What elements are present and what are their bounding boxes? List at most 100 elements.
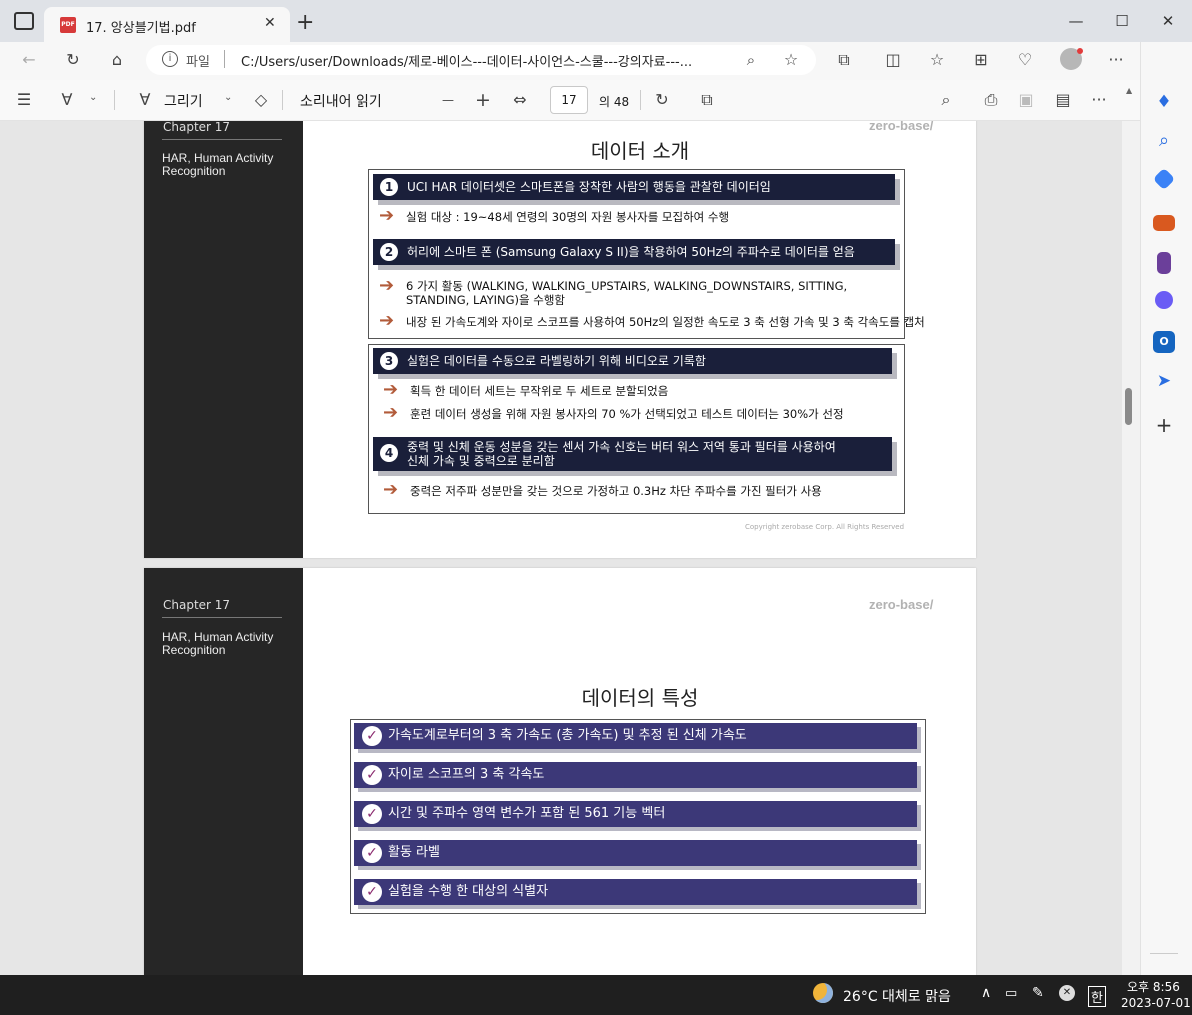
copyright-footer: Copyright zerobase Corp. All Rights Rese…	[745, 523, 905, 531]
back-icon[interactable]: ←	[14, 45, 44, 75]
pdf-viewer[interactable]: Chapter 17 HAR, Human Activity Recogniti…	[0, 121, 1122, 975]
read-aloud-button[interactable]: 소리내어 읽기	[300, 91, 382, 111]
info-bar-text: UCI HAR 데이터셋은 스마트폰을 장착한 사람의 행동을 관찰한 데이터임	[407, 180, 771, 194]
window-maximize-button[interactable]: ☐	[1099, 1, 1145, 41]
eraser-icon[interactable]: ◇	[246, 85, 276, 115]
info-icon[interactable]: i	[162, 51, 178, 67]
zoom-in-button[interactable]: +	[468, 85, 498, 115]
tray-chevron-icon[interactable]: ∧	[981, 985, 991, 1001]
arrow-icon: ➔	[383, 402, 399, 423]
search-icon[interactable]: ⌕	[931, 85, 961, 115]
page-number-input[interactable]: 17	[550, 86, 588, 114]
collections-icon[interactable]: ⊞	[966, 45, 996, 75]
mute-icon[interactable]: ✕	[1059, 985, 1075, 1001]
info-bar-4: 4 중력 및 신체 운동 성분을 갖는 센서 가속 신호는 버터 워스 저역 통…	[373, 437, 892, 471]
pen-icon[interactable]: ✎	[1032, 985, 1044, 1001]
info-panel-1: 1 UCI HAR 데이터셋은 스마트폰을 장착한 사람의 행동을 관찰한 데이…	[368, 169, 925, 339]
contents-icon[interactable]: ☰	[9, 85, 39, 115]
rotate-icon[interactable]: ↻	[647, 85, 677, 115]
scroll-up-icon[interactable]: ▲	[1126, 86, 1132, 95]
clock-date[interactable]: 2023-07-01	[1121, 996, 1191, 1010]
toolbar-divider	[640, 90, 641, 110]
scroll-thumb[interactable]	[1125, 388, 1132, 425]
zoom-icon[interactable]: ⌕	[736, 45, 766, 75]
tab-close-icon[interactable]: ✕	[264, 15, 276, 31]
feature-text: 자이로 스코프의 3 축 각속도	[388, 767, 545, 782]
arrow-icon: ➔	[383, 379, 399, 400]
window-close-button[interactable]: ✕	[1145, 1, 1191, 41]
refresh-icon[interactable]: ↻	[58, 45, 88, 75]
extensions-icon[interactable]: ⧉	[829, 45, 859, 75]
clock-time[interactable]: 오후 8:56	[1127, 978, 1180, 995]
toolbar-divider	[282, 90, 283, 110]
draw-label[interactable]: 그리기	[164, 91, 203, 111]
games-icon[interactable]	[1157, 252, 1171, 274]
pdf-file-icon: PDF	[60, 17, 76, 33]
number-badge: 1	[380, 178, 398, 196]
pdf-more-icon[interactable]: ···	[1084, 85, 1114, 115]
home-icon[interactable]: ⌂	[102, 45, 132, 75]
window-minimize-button[interactable]: —	[1053, 1, 1099, 41]
network-icon[interactable]: ▭	[1005, 986, 1017, 1001]
save-as-icon[interactable]: ▤	[1048, 85, 1078, 115]
sub-item: 실험 대상 : 19~48세 연령의 30명의 자원 봉사자를 모집하여 수행	[406, 210, 730, 224]
save-icon[interactable]: ▣	[1011, 85, 1041, 115]
weather-icon[interactable]	[813, 983, 833, 1003]
page-total: 의 48	[599, 95, 630, 109]
sub-item: 6 가지 활동 (WALKING, WALKING_UPSTAIRS, WALK…	[406, 279, 848, 293]
ime-indicator[interactable]: 한	[1088, 986, 1106, 1007]
highlight-icon[interactable]: ∀	[52, 85, 82, 115]
scrollbar[interactable]	[1122, 121, 1140, 975]
zoom-out-button[interactable]: —	[433, 85, 463, 115]
draw-dropdown-icon[interactable]: ⌄	[224, 92, 232, 103]
info-bar-3: 3 실험은 데이터를 수동으로 라벨링하기 위해 비디오로 기록함	[373, 348, 892, 374]
split-screen-icon[interactable]: ◫	[878, 45, 908, 75]
slide-title: 데이터의 특성	[581, 686, 699, 710]
send-icon[interactable]: ➤	[1153, 371, 1175, 393]
page-view-icon[interactable]: ⧉	[692, 85, 722, 115]
tab-actions-icon[interactable]	[14, 12, 34, 30]
arrow-icon: ➔	[379, 275, 395, 296]
print-icon[interactable]: ⎙	[976, 85, 1006, 115]
health-icon[interactable]: ♡	[1010, 45, 1040, 75]
more-menu-icon[interactable]: ···	[1101, 45, 1131, 75]
favorite-star-icon[interactable]: ☆	[776, 45, 806, 75]
microsoft365-icon[interactable]	[1155, 291, 1173, 309]
chapter-label: Chapter 17	[163, 598, 231, 612]
weather-text[interactable]: 26°C 대체로 맑음	[843, 986, 951, 1006]
tab-title: 17. 앙상블기법.pdf	[86, 21, 196, 36]
fit-width-icon[interactable]: ⇔	[505, 85, 535, 115]
info-bar-text: 실험은 데이터를 수동으로 라벨링하기 위해 비디오로 기록함	[407, 354, 706, 368]
check-icon: ✓	[362, 843, 382, 863]
slide-title: 데이터 소개	[590, 139, 690, 163]
favorites-icon[interactable]: ☆	[922, 45, 952, 75]
feature-item: ✓ 실험을 수행 한 대상의 식별자	[354, 879, 917, 905]
info-bar-text: 신체 가속 및 중력으로 분리함	[407, 454, 555, 468]
sub-item: 획득 한 데이터 세트는 무작위로 두 세트로 분할되었음	[410, 384, 669, 398]
feature-text: 활동 라벨	[388, 845, 440, 860]
slide-sidebar	[144, 121, 303, 558]
highlight-dropdown-icon[interactable]: ⌄	[89, 92, 97, 103]
draw-icon[interactable]: ∀	[130, 85, 160, 115]
number-badge: 4	[380, 444, 398, 462]
tools-icon[interactable]	[1153, 215, 1175, 231]
search-sidebar-icon[interactable]: ⌕	[1153, 130, 1175, 152]
chapter-divider	[162, 617, 282, 618]
brand-logo: zero-base/	[869, 121, 934, 133]
profile-badge-icon	[1077, 48, 1083, 54]
number-badge: 2	[380, 243, 398, 261]
sub-item: 훈련 데이터 생성을 위해 자원 봉사자의 70 %가 선택되었고 테스트 데이…	[410, 407, 844, 421]
outlook-icon[interactable]: O	[1153, 331, 1175, 353]
toolbar-divider	[114, 90, 115, 110]
check-icon: ✓	[362, 882, 382, 902]
arrow-icon: ➔	[379, 205, 395, 226]
add-sidebar-icon[interactable]: +	[1153, 413, 1175, 437]
feature-text: 가속도계로부터의 3 축 가속도 (총 가속도) 및 추정 된 신체 가속도	[388, 728, 747, 743]
notifications-icon[interactable]: ♦	[1153, 92, 1175, 114]
feature-item: ✓ 자이로 스코프의 3 축 각속도	[354, 762, 917, 788]
url-text[interactable]: C:/Users/user/Downloads/제로-베이스---데이터-사이언…	[241, 51, 731, 70]
new-tab-button[interactable]: +	[296, 10, 314, 35]
check-icon: ✓	[362, 804, 382, 824]
sub-item: 내장 된 가속도계와 자이로 스코프를 사용하여 50Hz의 일정한 속도로 3…	[406, 315, 925, 329]
sidebar-divider	[1150, 953, 1178, 954]
